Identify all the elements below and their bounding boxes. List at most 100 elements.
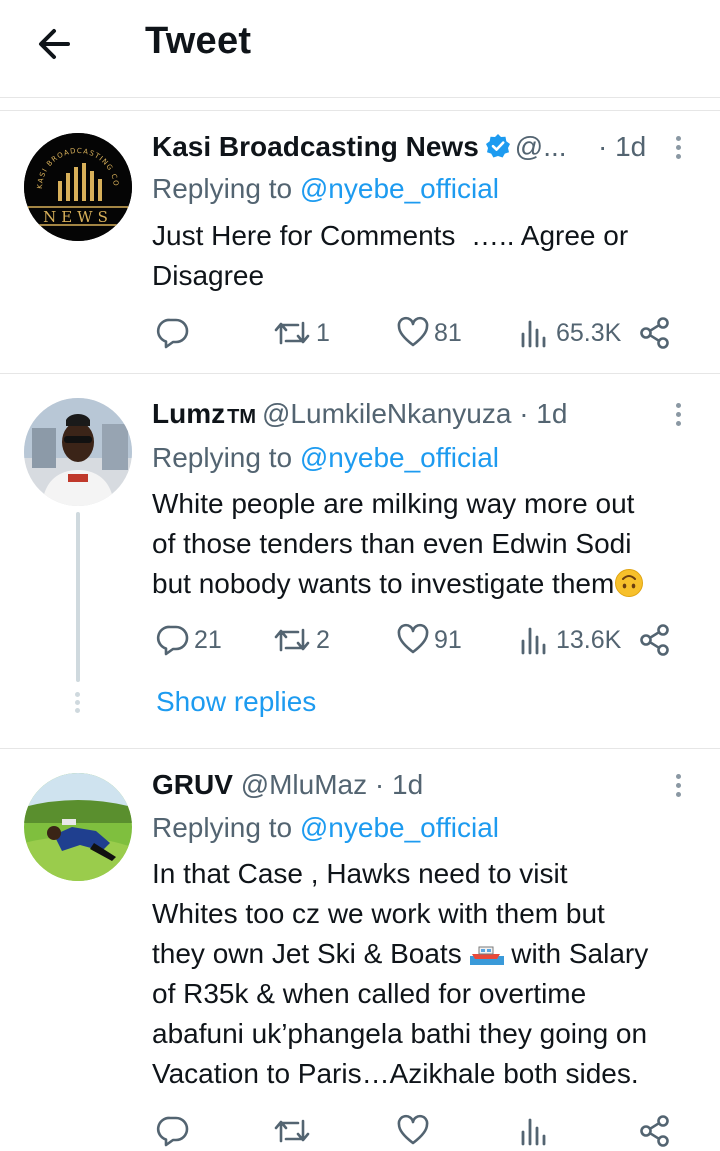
tweet-header: Lumz TM @LumkileNkanyuza · 1d	[152, 396, 660, 435]
tweet-text: White people are milking way more out of…	[152, 484, 702, 604]
action-bar-partial	[152, 1111, 682, 1151]
reply-tweet[interactable]: Lumz TM @LumkileNkanyuza · 1d Replying to …	[0, 374, 720, 748]
views-button[interactable]: 13.6K	[518, 620, 621, 660]
reply-icon	[156, 318, 189, 349]
like-count: 81	[434, 318, 462, 347]
handle[interactable]: @LumkileNkanyuza	[262, 398, 511, 429]
upside-down-face-emoji	[615, 569, 644, 597]
tweet-text-line: abafuni uk’phangela bathi they going on	[152, 1018, 648, 1049]
share-icon	[640, 317, 669, 349]
reply-icon	[156, 625, 189, 656]
page-title: Tweet	[145, 20, 252, 62]
tweet-text-line: of those tenders than even Edwin Sodi	[152, 528, 632, 559]
more-button[interactable]	[676, 774, 684, 801]
views-icon	[521, 320, 546, 348]
more-icon	[676, 403, 684, 426]
user-photo	[24, 773, 132, 881]
user-photo	[24, 398, 132, 506]
replying-to: Replying to @nyebe_official	[152, 440, 499, 476]
replying-to-label: Replying to	[152, 812, 300, 843]
verified-badge-icon	[485, 134, 510, 158]
reply-button[interactable]: 21	[156, 620, 222, 660]
display-name[interactable]: GRUV	[152, 769, 233, 800]
reply-button[interactable]	[156, 1111, 190, 1151]
timestamp[interactable]: · 1d	[519, 398, 567, 429]
retweet-icon	[274, 321, 310, 345]
more-icon	[676, 774, 684, 797]
mention-link[interactable]: @nyebe_official	[300, 173, 499, 204]
mention-link[interactable]: @nyebe_official	[300, 812, 499, 843]
replying-to: Replying to @nyebe_official	[152, 810, 499, 846]
retweet-button[interactable]: 1	[272, 313, 330, 353]
timestamp[interactable]: · 1d	[598, 129, 646, 165]
views-button[interactable]: 65.3K	[518, 313, 621, 353]
avatar[interactable]	[24, 398, 132, 506]
like-icon	[397, 1114, 429, 1145]
tweet-text-line: Whites too cz we work with them but	[152, 898, 605, 929]
tweet-text-line: In that Case , Hawks need to visit	[152, 858, 568, 889]
thread-line	[76, 512, 80, 682]
retweet-icon	[274, 628, 310, 652]
reply-count: 21	[194, 625, 222, 654]
action-bar: 21 2 91 13.6K	[152, 620, 682, 660]
news-logo-icon: KASI BROADCASTING CORPORATION NEWS	[24, 133, 132, 241]
tweet-text-line: of R35k & when called for overtime	[152, 978, 587, 1009]
share-button[interactable]	[638, 620, 672, 660]
views-count: 65.3K	[556, 318, 622, 347]
logo-news-text: NEWS	[43, 208, 113, 226]
views-icon	[521, 627, 546, 655]
replying-to-label: Replying to	[152, 442, 300, 473]
share-icon	[640, 1115, 669, 1147]
tweet-header: Kasi Broadcasting News @...	[152, 129, 660, 165]
tweet-header: GRUV @MluMaz · 1d	[152, 767, 660, 803]
avatar[interactable]	[24, 773, 132, 881]
tweet-text-line: but nobody wants to investigate them	[152, 568, 615, 599]
thread-dots	[75, 692, 81, 716]
display-name[interactable]: Kasi Broadcasting News	[152, 131, 479, 162]
reply-icon	[156, 1116, 189, 1147]
top-bar: Tweet	[0, 0, 720, 98]
handle[interactable]: @MluMaz	[241, 769, 367, 800]
back-arrow-icon	[39, 29, 70, 59]
like-button[interactable]: 91	[396, 620, 462, 660]
retweet-count: 2	[316, 625, 330, 654]
tweet-text-line: White people are milking way more out	[152, 488, 635, 519]
back-button[interactable]	[32, 22, 80, 66]
retweet-button[interactable]: 2	[272, 620, 330, 660]
views-button[interactable]	[518, 1111, 552, 1151]
mention-link[interactable]: @nyebe_official	[300, 442, 499, 473]
reply-tweet[interactable]: KASI BROADCASTING CORPORATION NEWS Kasi …	[0, 111, 720, 373]
tweet-text: Just Here for Comments ….. Agree or Disa…	[152, 220, 629, 291]
tweet-text-line: they own Jet Ski & Boats	[152, 938, 470, 969]
tweet-text-line: with Salary	[503, 938, 649, 969]
like-button[interactable]: 81	[396, 313, 462, 353]
more-button[interactable]	[676, 136, 684, 163]
boat-emoji	[469, 946, 504, 965]
handle[interactable]: @...	[515, 131, 567, 162]
reply-tweet[interactable]: GRUV @MluMaz · 1d Replying to @nyebe_off…	[0, 749, 720, 1147]
show-replies-link[interactable]: Show replies	[156, 686, 316, 718]
like-count: 91	[434, 625, 462, 654]
action-bar: 1 81 65.3K	[152, 313, 682, 353]
timestamp[interactable]: · 1d	[375, 769, 423, 800]
share-button[interactable]	[638, 313, 672, 353]
display-name[interactable]: Lumz	[152, 398, 225, 429]
share-icon	[640, 624, 669, 656]
more-icon	[676, 136, 684, 159]
more-button[interactable]	[676, 403, 684, 430]
tweet-text: In that Case , Hawks need to visit White…	[152, 854, 702, 1094]
like-icon	[397, 623, 429, 654]
views-count: 13.6K	[556, 625, 622, 654]
share-button[interactable]	[638, 1111, 672, 1151]
reply-button[interactable]	[156, 313, 194, 353]
retweet-button[interactable]	[272, 1111, 312, 1151]
views-icon	[521, 1118, 546, 1146]
trademark-badge: TM	[227, 406, 256, 428]
like-button[interactable]	[396, 1111, 430, 1151]
tweet-text-line: Vacation to Paris…Azikhale both sides.	[152, 1058, 639, 1089]
retweet-icon	[274, 1119, 310, 1143]
avatar[interactable]: KASI BROADCASTING CORPORATION NEWS	[24, 133, 132, 241]
retweet-count: 1	[316, 318, 330, 347]
replying-to: Replying to @nyebe_official	[152, 171, 499, 207]
replying-to-label: Replying to	[152, 173, 300, 204]
